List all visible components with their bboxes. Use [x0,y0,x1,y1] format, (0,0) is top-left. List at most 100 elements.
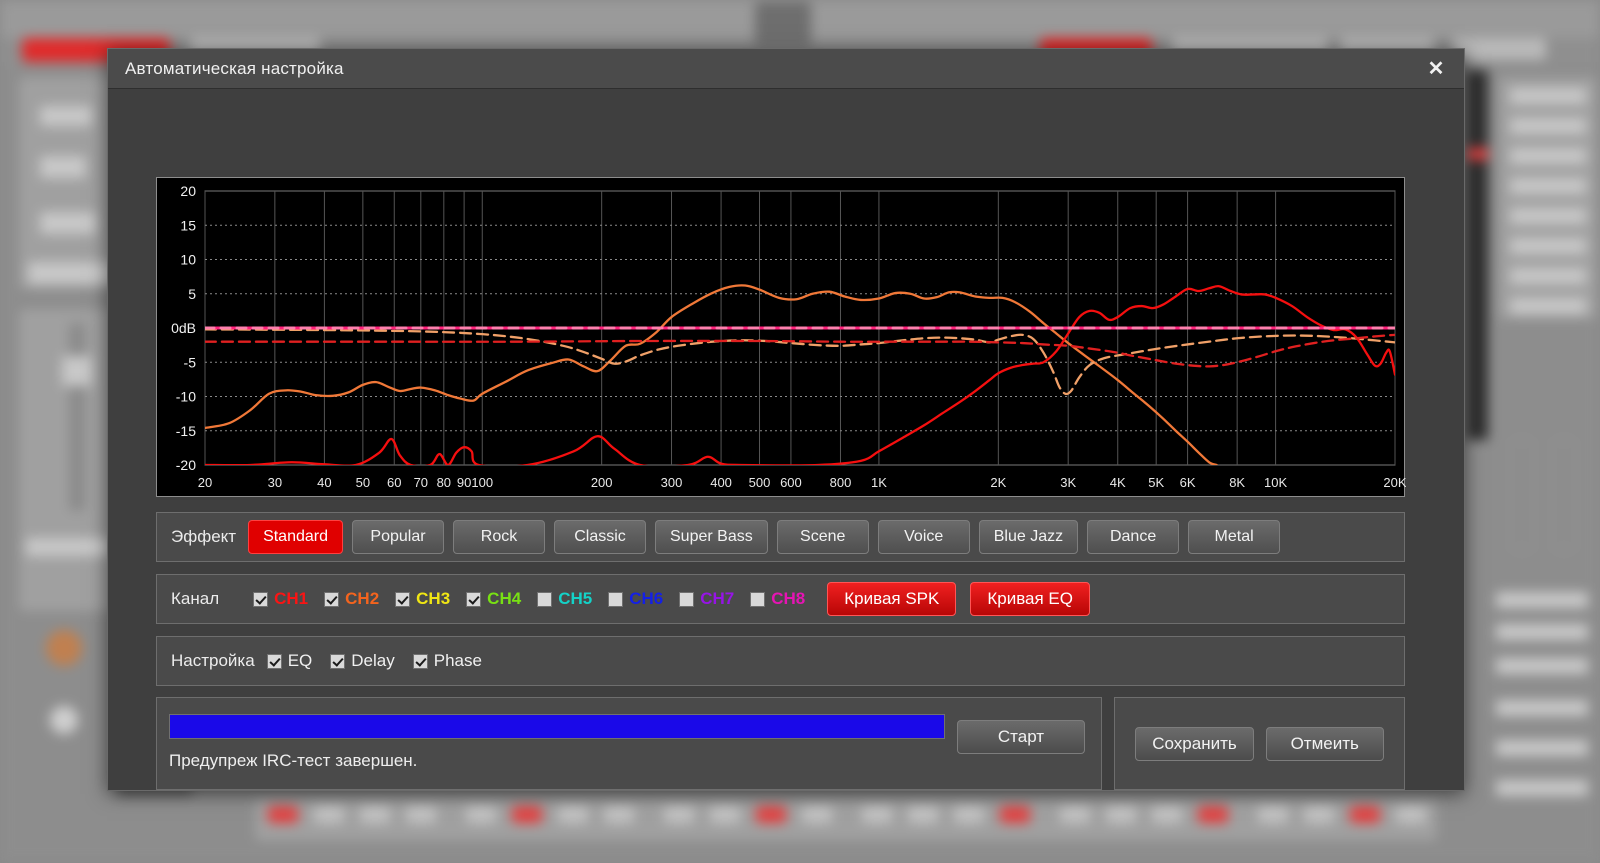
bg-chip [1000,806,1030,823]
preset-button-group: Standard Popular Rock Classic Super Bass Scen… [248,520,1404,554]
channel-label: Канал [171,589,220,608]
preset-button-dance[interactable]: Dance [1087,520,1180,554]
effect-preset-row: Эффект Standard Popular Rock Classic Super B… [156,512,1405,562]
bg-dark-strip [1466,70,1488,440]
close-icon[interactable]: ✕ [1422,55,1450,83]
channel-label-ch8: CH8 [771,589,806,608]
x-tick-label: 6K [1180,475,1196,490]
checkbox-ch6[interactable] [608,591,624,607]
channel-item-ch2[interactable]: CH2 [324,589,379,609]
y-tick-label: -10 [176,389,196,405]
bg-chip [862,806,892,823]
setting-item-eq[interactable]: EQ [266,651,312,671]
channel-item-ch3[interactable]: CH3 [395,589,450,609]
start-button[interactable]: Старт [957,720,1085,754]
checkbox-ch7[interactable] [679,591,695,607]
bg-chip [1060,806,1090,823]
x-tick-label: 90 [457,475,471,490]
checkbox-ch5[interactable] [537,591,553,607]
preset-button-metal[interactable]: Metal [1188,520,1281,554]
bg-chip [604,806,634,823]
x-tick-label: 60 [387,475,401,490]
bg-label [1510,298,1586,314]
setting-item-phase[interactable]: Phase [412,651,482,671]
y-tick-label: 10 [180,252,196,268]
preset-button-classic[interactable]: Classic [554,520,646,554]
x-tick-label: 800 [830,475,852,490]
progress-bar-fill [170,715,944,738]
bg-chip [558,806,588,823]
bg-chip [954,806,984,823]
checkbox-eq[interactable] [266,653,282,669]
x-tick-label: 10K [1264,475,1287,490]
preset-button-rock[interactable]: Rock [453,520,545,554]
channel-label-ch7: CH7 [700,589,735,608]
x-tick-label: 30 [268,475,282,490]
bg-chip [1152,806,1182,823]
bg-label [1496,592,1588,608]
status-message: Предупреж IRC-тест завершен. [169,751,418,770]
y-tick-label: 5 [188,286,196,302]
preset-button-popular[interactable]: Popular [352,520,444,554]
bg-label [40,156,86,178]
bg-chip [1198,806,1228,823]
cancel-button[interactable]: Отмеить [1265,726,1384,761]
bg-chip [908,806,938,823]
bg-chip [1304,806,1334,823]
preset-button-blue-jazz[interactable]: Blue Jazz [978,520,1079,554]
x-tick-label: 400 [710,475,732,490]
setting-label: Настройка [171,651,255,670]
y-tick-label: -15 [176,423,196,439]
y-tick-label: -5 [184,354,197,370]
checkbox-ch2[interactable] [324,591,340,607]
bg-label [40,106,92,126]
bg-label [1496,740,1588,756]
bg-chip [1106,806,1136,823]
channel-item-ch4[interactable]: CH4 [466,589,521,609]
x-tick-label: 20K [1383,475,1406,490]
bg-chip [1258,806,1288,823]
setting-item-delay[interactable]: Delay [330,651,395,671]
x-tick-label: 600 [780,475,802,490]
y-tick-label: 20 [180,183,196,199]
effect-label: Эффект [171,527,237,546]
preset-button-scene[interactable]: Scene [776,520,869,554]
bg-chip [406,806,436,823]
curve-eq-button[interactable]: Кривая EQ [970,582,1090,616]
curve-spk-button[interactable]: Кривая SPK [827,582,957,616]
channel-checkbox-group: CH1 CH2 CH3 CH4 CH5 CH6 CH7 CH8 [253,589,821,609]
preset-button-voice[interactable]: Voice [877,520,970,554]
bg-chip [802,806,832,823]
channel-item-ch5[interactable]: CH5 [537,589,592,609]
checkbox-ch8[interactable] [750,591,766,607]
channel-label-ch6: CH6 [629,589,664,608]
bg-chip [1396,806,1426,823]
x-tick-label: 70 [414,475,428,490]
channel-item-ch8[interactable]: CH8 [750,589,805,609]
channel-item-ch6[interactable]: CH6 [608,589,663,609]
y-tick-label: 0dB [171,320,196,336]
checkbox-phase[interactable] [412,653,428,669]
preset-button-standard[interactable]: Standard [248,520,343,554]
x-tick-label: 2K [990,475,1006,490]
x-tick-label: 40 [317,475,331,490]
checkbox-ch4[interactable] [466,591,482,607]
bg-label [1510,148,1586,164]
bg-logo [755,2,811,46]
x-tick-label: 200 [591,475,613,490]
dialog-titlebar: Автоматическая настройка ✕ [108,49,1464,89]
bg-label [40,212,96,234]
channel-item-ch1[interactable]: CH1 [253,589,308,609]
preset-button-super-bass[interactable]: Super Bass [655,520,768,554]
checkbox-ch1[interactable] [253,591,269,607]
bg-label [1496,780,1588,796]
x-tick-label: 50 [356,475,370,490]
bg-chip [466,806,496,823]
bg-chip [314,806,344,823]
channel-item-ch7[interactable]: CH7 [679,589,734,609]
bg-chip [664,806,694,823]
checkbox-ch3[interactable] [395,591,411,607]
checkbox-delay[interactable] [330,653,346,669]
save-button[interactable]: Сохранить [1135,726,1254,761]
x-tick-label: 500 [749,475,771,490]
